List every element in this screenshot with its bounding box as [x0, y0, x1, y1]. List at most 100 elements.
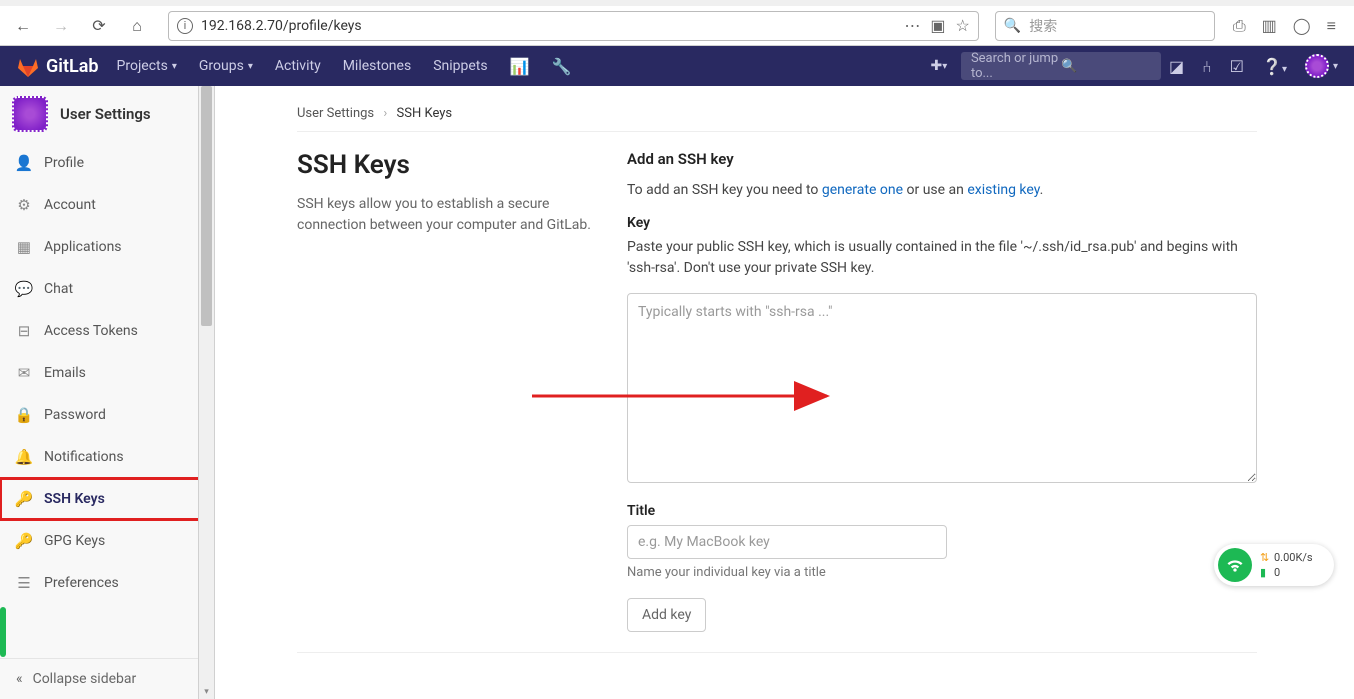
search-icon: 🔍: [1061, 59, 1151, 74]
more-actions-icon[interactable]: ⋯: [904, 16, 920, 35]
sidebar-item-label: Account: [44, 197, 96, 213]
nav-projects[interactable]: Projects▾: [117, 58, 177, 74]
sidebar-item-gpg-keys[interactable]: 🔑GPG Keys: [0, 520, 206, 562]
sidebar-item-emails[interactable]: ✉ Emails: [0, 352, 206, 394]
collapse-label: Collapse sidebar: [33, 671, 137, 687]
chat-icon: 💬: [16, 280, 32, 298]
sidebar-header[interactable]: User Settings: [0, 86, 206, 142]
reload-button[interactable]: ⟳: [84, 11, 114, 41]
reader-icon[interactable]: ▣: [930, 16, 945, 35]
browser-toolbar: ← → ⟳ ⌂ i 192.168.2.70/profile/keys ⋯ ▣ …: [0, 6, 1354, 46]
nav-admin-icon[interactable]: 🔧: [552, 57, 572, 76]
key-label: Key: [627, 215, 1257, 231]
nav-snippets[interactable]: Snippets: [433, 58, 487, 74]
bell-icon: 🔔: [16, 448, 32, 466]
site-info-icon[interactable]: i: [177, 18, 193, 34]
todos-icon[interactable]: ☑: [1230, 57, 1244, 76]
breadcrumb-current: SSH Keys: [397, 106, 453, 121]
sidebar-item-label: Applications: [44, 239, 122, 255]
library-icon[interactable]: ⎙: [1233, 16, 1246, 36]
user-menu[interactable]: ▾: [1305, 54, 1338, 78]
sidebar-item-profile[interactable]: 👤 Profile: [0, 142, 206, 184]
title-input[interactable]: [627, 525, 947, 559]
gitlab-logo[interactable]: GitLab: [16, 54, 99, 78]
profile-icon: 👤: [16, 154, 32, 172]
merge-requests-icon[interactable]: ⑃: [1202, 57, 1212, 76]
menu-icon[interactable]: ≡: [1327, 16, 1336, 36]
sidebar-item-password[interactable]: 🔒 Password: [0, 394, 206, 436]
sidebar-item-account[interactable]: ⚙ Account: [0, 184, 206, 226]
sidebar-item-access-tokens[interactable]: ⊟Access Tokens: [0, 310, 206, 352]
collapse-sidebar[interactable]: « Collapse sidebar: [0, 658, 206, 699]
settings-sidebar: ▴ ▾ User Settings 👤Profile ⚙Account ▦App…: [0, 86, 207, 699]
gitlab-search-placeholder: Search or jump to...: [971, 51, 1061, 81]
url-text: 192.168.2.70/profile/keys: [201, 18, 896, 34]
nav-analytics-icon[interactable]: 📊: [510, 57, 530, 76]
sidebar-item-label: SSH Keys: [44, 491, 105, 507]
url-bar[interactable]: i 192.168.2.70/profile/keys ⋯ ▣ ☆: [168, 11, 979, 41]
search-icon: 🔍: [1004, 18, 1021, 34]
chevron-down-icon: ▾: [248, 61, 253, 72]
breadcrumb: User Settings › SSH Keys: [297, 106, 1257, 132]
sidebar-title: User Settings: [60, 105, 151, 123]
help-icon[interactable]: ❔▾: [1262, 57, 1287, 76]
breadcrumb-separator-icon: ›: [383, 106, 387, 121]
scroll-thumb[interactable]: [201, 86, 212, 326]
new-dropdown[interactable]: ✚▾: [925, 52, 953, 80]
title-hint: Name your individual key via a title: [627, 565, 1257, 580]
add-key-button[interactable]: Add key: [627, 598, 706, 632]
bookmark-star-icon[interactable]: ☆: [955, 16, 969, 35]
activity-indicator: [0, 607, 6, 657]
sidebar-item-label: GPG Keys: [44, 533, 105, 549]
main-content: User Settings › SSH Keys SSH Keys SSH ke…: [207, 86, 1354, 699]
breadcrumb-root[interactable]: User Settings: [297, 106, 374, 121]
issues-icon[interactable]: ◪: [1169, 57, 1184, 76]
sidebar-item-label: Notifications: [44, 449, 124, 465]
lock-icon: 🔒: [16, 406, 32, 424]
collapse-icon: «: [16, 671, 23, 687]
sidebar-item-notifications[interactable]: 🔔 Notifications: [0, 436, 206, 478]
chevron-down-icon: ▾: [1333, 61, 1338, 72]
browser-search[interactable]: 🔍 搜索: [995, 11, 1215, 41]
email-icon: ✉: [16, 364, 32, 382]
account-icon[interactable]: ◯: [1293, 16, 1311, 35]
wifi-icon: [1218, 548, 1252, 582]
sidebar-item-label: Password: [44, 407, 106, 423]
gitlab-brand-text: GitLab: [46, 56, 99, 77]
sidebar-item-chat[interactable]: 💬Chat: [0, 268, 206, 310]
gitlab-header: GitLab Projects▾ Groups▾ Activity Milest…: [0, 46, 1354, 86]
page-title: SSH Keys: [297, 150, 597, 180]
sidebar-scrollbar[interactable]: ▴ ▾: [198, 86, 215, 699]
title-label: Title: [627, 503, 1257, 519]
updown-icon: ⇅: [1260, 551, 1270, 564]
forward-button[interactable]: →: [46, 11, 76, 41]
applications-icon: ▦: [16, 238, 32, 256]
sidebar-item-preferences[interactable]: ☰Preferences: [0, 562, 206, 604]
nav-milestones[interactable]: Milestones: [343, 58, 412, 74]
generate-link[interactable]: generate one: [822, 182, 903, 198]
add-key-heading: Add an SSH key: [627, 150, 1257, 168]
scroll-down-arrow[interactable]: ▾: [199, 684, 214, 699]
network-widget[interactable]: ⇅0.00K/s ▮0: [1214, 544, 1334, 586]
sidebar-toggle-icon[interactable]: ▥: [1262, 16, 1277, 35]
gitlab-search[interactable]: Search or jump to... 🔍: [961, 52, 1161, 80]
chevron-down-icon: ▾: [172, 61, 177, 72]
annotation-arrow: [527, 376, 837, 420]
user-avatar-icon: [12, 96, 48, 132]
back-button[interactable]: ←: [8, 11, 38, 41]
sidebar-item-ssh-keys[interactable]: 🔑SSH Keys: [0, 478, 206, 520]
nav-groups[interactable]: Groups▾: [199, 58, 253, 74]
nav-activity[interactable]: Activity: [275, 58, 321, 74]
user-avatar-icon: [1305, 54, 1329, 78]
key-help: Paste your public SSH key, which is usua…: [627, 237, 1257, 279]
sidebar-item-applications[interactable]: ▦ Applications: [0, 226, 206, 268]
page-description: SSH keys allow you to establish a secure…: [297, 194, 597, 236]
preferences-icon: ☰: [16, 574, 32, 592]
home-button[interactable]: ⌂: [122, 11, 152, 41]
existing-link[interactable]: existing key: [967, 182, 1039, 198]
sidebar-item-label: Profile: [44, 155, 84, 171]
account-icon: ⚙: [16, 196, 32, 214]
sidebar-item-label: Emails: [44, 365, 86, 381]
add-key-text: To add an SSH key you need to generate o…: [627, 180, 1257, 201]
search-placeholder: 搜索: [1029, 16, 1057, 36]
